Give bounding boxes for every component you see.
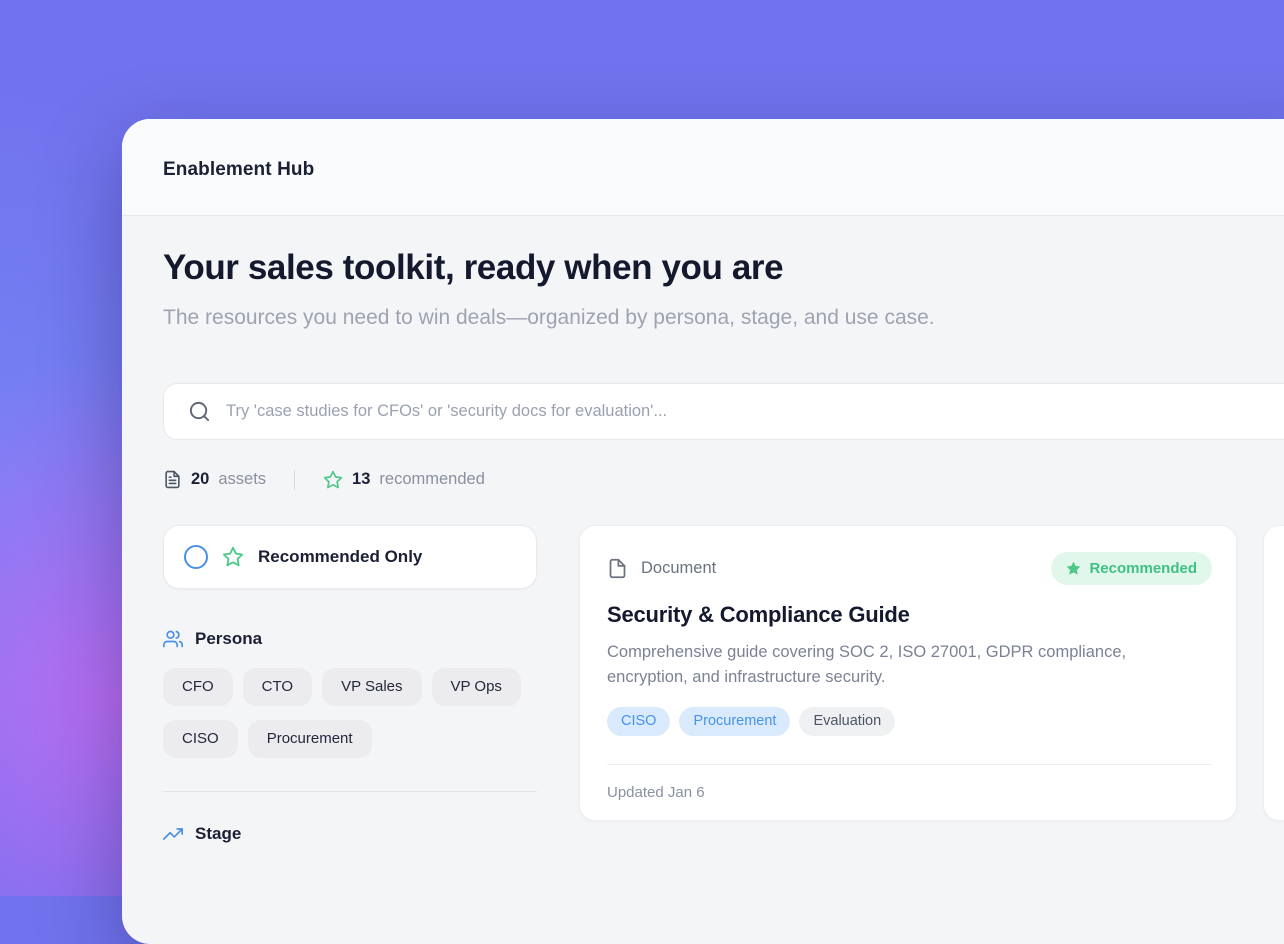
panel-header: Enablement Hub [122,119,1284,216]
main-panel: Enablement Hub Your sales toolkit, ready… [122,119,1284,944]
users-icon [163,629,183,649]
persona-filter-header: Persona [163,629,537,649]
persona-chip-cfo[interactable]: CFO [163,668,233,706]
persona-chip-procurement[interactable]: Procurement [248,720,372,758]
persona-chips: CFO CTO VP Sales VP Ops CISO Procurement [163,668,537,759]
panel-body: Your sales toolkit, ready when you are T… [122,216,1284,844]
content-row: Recommended Only Persona CFO CTO VP Sale… [163,525,1284,845]
card-top-row: Document Recommended [607,552,1212,585]
persona-chip-cto[interactable]: CTO [243,668,312,706]
recommended-badge-label: Recommended [1089,560,1197,577]
trending-up-icon [163,824,183,844]
card-footer: Updated Jan 6 [607,764,1212,820]
assets-stat: 20 assets [163,470,266,489]
assets-label: assets [218,470,266,489]
toggle-circle-icon[interactable] [184,545,208,569]
recommended-only-toggle[interactable]: Recommended Only [163,525,537,589]
filters-sidebar: Recommended Only Persona CFO CTO VP Sale… [163,525,537,845]
card-tags: CISO Procurement Evaluation [607,707,1212,736]
stage-filter-header: Stage [163,824,537,844]
recommended-label: recommended [379,470,484,489]
recommended-count: 13 [352,470,370,489]
sidebar-divider [163,791,537,792]
assets-count: 20 [191,470,209,489]
card-title: Security & Compliance Guide [607,602,1212,628]
persona-chip-vp-ops[interactable]: VP Ops [432,668,521,706]
toggle-label: Recommended Only [258,547,422,567]
stats-divider [294,470,295,490]
file-text-icon [163,470,182,489]
page-title: Your sales toolkit, ready when you are [163,248,1284,288]
persona-filter-title: Persona [195,629,262,649]
recommended-stat: 13 recommended [323,470,485,490]
page-subtitle: The resources you need to win deals—orga… [163,302,983,335]
search-bar[interactable] [163,383,1284,440]
cards-area: Document Recommended Security & Complian… [579,525,1284,821]
app-title: Enablement Hub [163,159,314,181]
persona-chip-vp-sales[interactable]: VP Sales [322,668,421,706]
stage-filter-title: Stage [195,824,241,844]
file-icon [607,558,628,579]
card-description: Comprehensive guide covering SOC 2, ISO … [607,640,1187,691]
asset-card-partial[interactable] [1263,525,1284,821]
asset-card[interactable]: Document Recommended Security & Complian… [579,525,1237,821]
recommended-badge: Recommended [1051,552,1212,585]
persona-chip-ciso[interactable]: CISO [163,720,238,758]
card-type: Document [607,558,716,579]
star-outline-icon [323,470,343,490]
tag-evaluation[interactable]: Evaluation [799,707,895,736]
tag-procurement[interactable]: Procurement [679,707,790,736]
card-updated-text: Updated Jan 6 [607,784,705,801]
tag-ciso[interactable]: CISO [607,707,670,736]
card-type-label: Document [641,559,716,578]
search-input[interactable] [226,402,1284,421]
star-outline-icon [222,546,244,568]
stats-row: 20 assets 13 recommended [163,470,1284,490]
search-icon [188,400,211,423]
star-filled-icon [1066,561,1081,576]
